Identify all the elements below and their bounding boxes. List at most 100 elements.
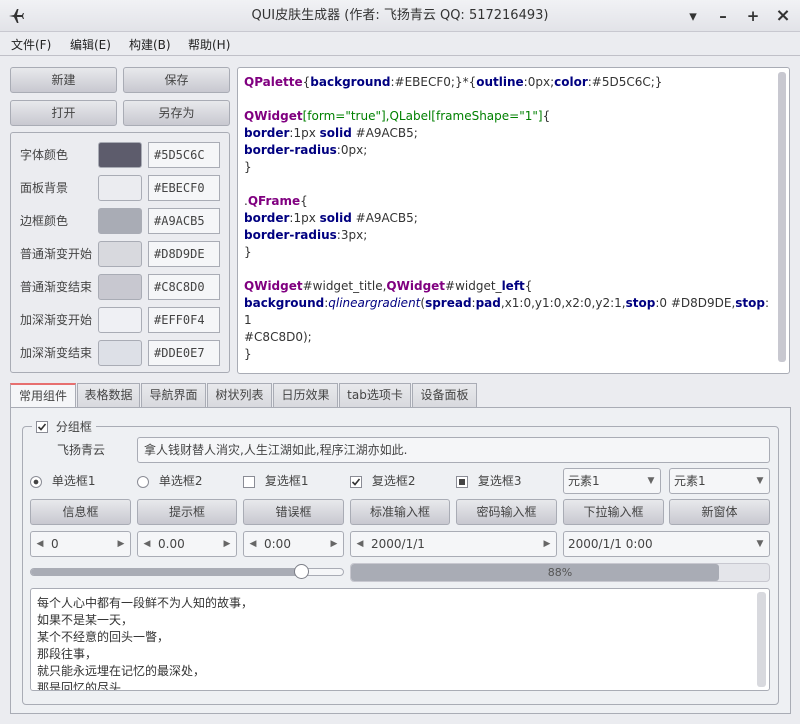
color-hex-input[interactable]: #5D5C6C	[148, 142, 220, 168]
code-token: QWidget	[244, 279, 303, 293]
font-color-swatch[interactable]	[98, 142, 142, 168]
color-hex-input[interactable]: #EBECF0	[148, 175, 220, 201]
normal-end-swatch[interactable]	[98, 274, 142, 300]
datetime-edit[interactable]: 2000/1/1 0:00 ▼	[563, 531, 770, 557]
group-box-title[interactable]: 分组框	[32, 417, 96, 435]
tab-tabs[interactable]: tab选项卡	[339, 383, 411, 407]
chevron-right-icon[interactable]: ▶	[220, 532, 234, 556]
chevron-right-icon[interactable]: ▶	[540, 532, 554, 556]
color-label: 普通渐变开始	[20, 247, 93, 261]
checkbox-indicator	[350, 475, 362, 488]
error-box-button[interactable]: 错误框	[243, 499, 344, 525]
tab-nav[interactable]: 导航界面	[141, 383, 206, 407]
save-button[interactable]: 保存	[123, 67, 230, 93]
tip-box-button[interactable]: 提示框	[137, 499, 237, 525]
checkbox-2[interactable]: 复选框2	[350, 472, 415, 490]
qss-code: QPalette{background:#EBECF0;}*{outline:0…	[244, 74, 775, 373]
tab-table[interactable]: 表格数据	[77, 383, 140, 407]
tab-calendar[interactable]: 日历效果	[273, 383, 338, 407]
editor-scrollbar[interactable]	[778, 72, 786, 362]
maximize-button[interactable]: +	[740, 4, 766, 28]
minimize-button[interactable]: ▾	[680, 4, 706, 28]
code-line: border:1px solid #A9ACB5;	[244, 125, 775, 142]
code-line: QWidget[form="true"],QLabel[frameShape="…	[244, 108, 775, 125]
time-edit[interactable]: ◀ 0:00 ▶	[243, 531, 344, 557]
color-label: 字体颜色	[20, 148, 69, 162]
chevron-down-icon[interactable]: ▼	[753, 532, 767, 556]
code-token: spread	[425, 296, 472, 310]
time-value: 0:00	[264, 537, 291, 551]
date-edit[interactable]: ◀ 2000/1/1 ▶	[350, 531, 557, 557]
textedit-scrollbar[interactable]	[757, 592, 766, 687]
poem-line: 那段往事，	[37, 647, 98, 661]
code-token: border-radius	[244, 228, 337, 242]
int-spinbox[interactable]: ◀ 0 ▶	[30, 531, 131, 557]
code-token: #A9ACB5;	[351, 211, 418, 225]
double-spinbox[interactable]: ◀ 0.00 ▶	[137, 531, 237, 557]
border-color-swatch[interactable]	[98, 208, 142, 234]
normal-start-swatch[interactable]	[98, 241, 142, 267]
chevron-left-icon[interactable]: ◀	[140, 532, 154, 556]
combo-box-1[interactable]: 元素1 ▼	[563, 468, 661, 494]
info-box-button[interactable]: 信息框	[30, 499, 131, 525]
color-hex-input[interactable]: #C8C8D0	[148, 274, 220, 300]
radio-2[interactable]: 单选框2	[137, 472, 202, 490]
text-edit[interactable]: 每个人心中都有一段鲜不为人知的故事， 如果不是某一天， 某个不经意的回头一瞥， 那段往…	[30, 588, 770, 691]
text-input[interactable]: 拿人钱财替人消灾,人生江湖如此,程序江湖亦如此.	[137, 437, 770, 463]
code-token: ,x1:0,y1:0,x2:0,y2:1,	[500, 296, 626, 310]
color-label: 普通渐变结束	[20, 280, 93, 294]
combo-box-2[interactable]: 元素1 ▼	[669, 468, 770, 494]
color-hex-input[interactable]: #DDE0E7	[148, 340, 220, 366]
code-token: {	[524, 279, 533, 293]
code-line: }	[244, 159, 775, 176]
tab-common[interactable]: 常用组件	[10, 383, 76, 408]
dark-start-swatch[interactable]	[98, 307, 142, 333]
restore-button[interactable]: –	[710, 4, 736, 28]
chevron-left-icon[interactable]: ◀	[33, 532, 47, 556]
menu-file[interactable]: 文件(F)	[11, 36, 51, 54]
code-line: }	[244, 346, 775, 363]
menu-help[interactable]: 帮助(H)	[188, 36, 230, 54]
code-token: outline	[476, 75, 524, 89]
int-value: 0	[51, 537, 59, 551]
color-hex-input[interactable]: #A9ACB5	[148, 208, 220, 234]
color-rows: 字体颜色 #5D5C6C 面板背景 #EBECF0 边框颜色 #A9ACB5 普…	[10, 132, 230, 373]
chevron-down-icon: ▼	[647, 476, 655, 486]
color-hex-input[interactable]: #EFF0F4	[148, 307, 220, 333]
poem-line: 那是回忆的尽头	[37, 681, 122, 691]
open-button[interactable]: 打开	[10, 100, 117, 126]
code-line: background:qlineargradient(spread:pad,x1…	[244, 295, 775, 329]
tab-device[interactable]: 设备面板	[412, 383, 477, 407]
chevron-left-icon[interactable]: ◀	[246, 532, 260, 556]
new-window-button[interactable]: 新窗体	[669, 499, 770, 525]
save-as-button[interactable]: 另存为	[123, 100, 230, 126]
code-line: QPalette{background:#EBECF0;}*{outline:0…	[244, 74, 775, 91]
color-hex-input[interactable]: #D8D9DE	[148, 241, 220, 267]
menu-edit[interactable]: 编辑(E)	[70, 36, 111, 54]
password-box-button[interactable]: 密码输入框	[456, 499, 557, 525]
chevron-left-icon[interactable]: ◀	[353, 532, 367, 556]
panel-bg-swatch[interactable]	[98, 175, 142, 201]
new-button[interactable]: 新建	[10, 67, 117, 93]
chevron-right-icon[interactable]: ▶	[327, 532, 341, 556]
menu-build[interactable]: 构建(B)	[129, 36, 171, 54]
group-checkbox[interactable]	[36, 420, 48, 433]
close-button[interactable]: ×	[770, 4, 796, 28]
radio-1[interactable]: 单选框1	[30, 472, 95, 490]
checkbox-1[interactable]: 复选框1	[243, 472, 308, 490]
code-token: }	[244, 245, 252, 259]
chevron-right-icon[interactable]: ▶	[114, 532, 128, 556]
input-box-button[interactable]: 标准输入框	[350, 499, 450, 525]
checkbox-3[interactable]: 复选框3	[456, 472, 521, 490]
slider-fill	[31, 569, 303, 575]
code-token: {	[542, 109, 551, 123]
tab-tree[interactable]: 树状列表	[207, 383, 272, 407]
code-token: border-radius	[244, 143, 337, 157]
dark-end-swatch[interactable]	[98, 340, 142, 366]
dropdown-box-button[interactable]: 下拉输入框	[563, 499, 664, 525]
qss-editor[interactable]: QPalette{background:#EBECF0;}*{outline:0…	[237, 67, 790, 374]
code-token: border	[244, 211, 290, 225]
combo-1-value: 元素1	[568, 474, 600, 488]
